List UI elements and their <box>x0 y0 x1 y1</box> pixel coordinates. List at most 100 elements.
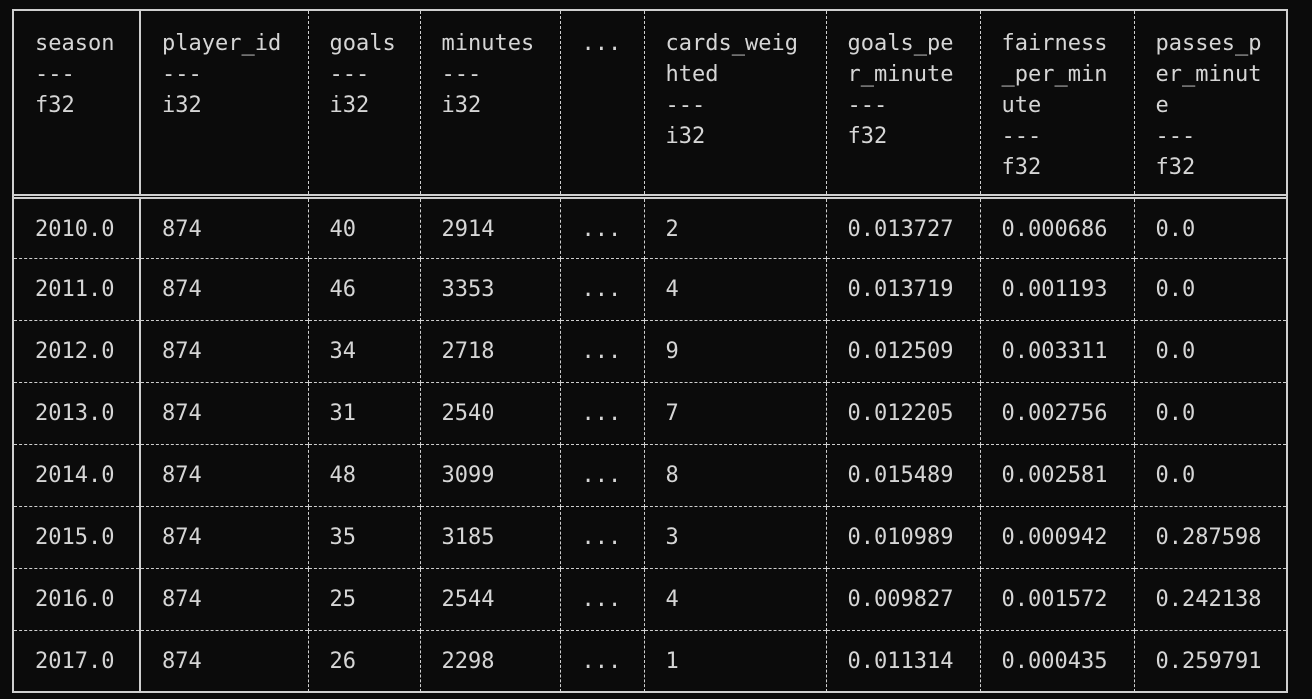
table-cell: 0.0 <box>1155 400 1196 426</box>
table-cell: ... <box>560 320 645 382</box>
column-header: season --- f32 <box>14 11 141 196</box>
table-cell: 8 <box>644 444 827 506</box>
table-cell: 2 <box>644 196 827 258</box>
column-dtype: f32 <box>1001 155 1042 180</box>
table-cell: 2012.0 <box>14 320 141 382</box>
table-cell: 2014.0 <box>14 444 141 506</box>
column-separator: --- <box>35 62 75 87</box>
table-cell: 3 <box>644 506 827 568</box>
table-cell: 2010.0 <box>14 196 141 258</box>
table-cell: 0.011314 <box>826 630 981 692</box>
column-separator: --- <box>1001 124 1042 149</box>
table-cell: 2540 <box>420 382 561 444</box>
column-header: ... <box>560 11 645 196</box>
table-cell: 2013.0 <box>14 382 141 444</box>
column-header: goals_pe r_minute --- f32 <box>826 11 981 196</box>
table-cell: ... <box>560 382 645 444</box>
table-cell: 874 <box>140 196 309 258</box>
table-cell: 0.000942 <box>980 506 1135 568</box>
table-row: 2010.0 874 40 2914... 2 0.013727 0.000686 0.0 <box>14 196 1286 258</box>
table-cell: 0.010989 <box>826 506 981 568</box>
table-cell: 0.0 <box>1155 276 1196 302</box>
table-cell: ... <box>560 630 645 692</box>
column-name: fairness _per_min ute <box>1001 31 1108 118</box>
column-header: cards_weig hted --- i32 <box>644 11 827 196</box>
table-cell: 2011.0 <box>14 258 141 320</box>
table-cell: 874 <box>140 506 309 568</box>
column-header: passes_p er_minut e --- f32 <box>1134 11 1286 196</box>
table-cell: ... <box>560 444 645 506</box>
table-cell: 0.009827 <box>826 568 981 630</box>
column-name: player_id <box>162 31 282 56</box>
table-row: 2011.0 874 46 3353... 4 0.013719 0.001193 0.0 <box>14 258 1286 320</box>
table-cell: 2718 <box>420 320 561 382</box>
column-dtype: f32 <box>35 93 75 118</box>
column-separator: --- <box>665 93 706 118</box>
table-cell: 874 <box>140 258 309 320</box>
table-cell: 25 <box>308 568 421 630</box>
table-cell: 0.012509 <box>826 320 981 382</box>
column-separator: --- <box>162 62 202 87</box>
column-dtype: i32 <box>441 93 482 118</box>
table-cell: 9 <box>644 320 827 382</box>
table-cell: 2544 <box>420 568 561 630</box>
table-cell: 0.242138 <box>1155 586 1262 612</box>
table-cell: 0.003311 <box>980 320 1135 382</box>
column-name: goals <box>329 31 396 56</box>
table-cell: ... <box>560 258 645 320</box>
column-name: goals_pe r_minute <box>847 31 954 87</box>
table-cell: 0.259791 <box>1155 648 1262 674</box>
column-name: passes_p er_minut e <box>1155 31 1262 118</box>
table-cell: 0.002581 <box>980 444 1135 506</box>
table-cell: 2017.0 <box>14 630 141 692</box>
table-cell: 874 <box>140 444 309 506</box>
column-dtype: f32 <box>847 124 888 149</box>
table-cell: 0.0 <box>1155 338 1196 364</box>
table-cell: 4 <box>644 258 827 320</box>
table-row: 2017.0 874 26 2298... 1 0.011314 0.000435 0.259… <box>14 630 1286 692</box>
table-cell: 31 <box>308 382 421 444</box>
table-row: 2015.0 874 35 3185... 3 0.010989 0.000942 0.287… <box>14 506 1286 568</box>
table-cell: 40 <box>308 196 421 258</box>
table-cell: 0.013727 <box>826 196 981 258</box>
table-cell: 0.013719 <box>826 258 981 320</box>
column-name: season <box>35 31 115 56</box>
table-cell: 48 <box>308 444 421 506</box>
table-cell: ... <box>560 568 645 630</box>
column-dtype: i32 <box>665 124 706 149</box>
table-cell: 35 <box>308 506 421 568</box>
header-row: season --- f32 player_id --- i32 goals ---… <box>14 11 1286 196</box>
dataframe-output: season --- f32 player_id --- i32 goals ---… <box>12 9 1288 693</box>
table-cell: 46 <box>308 258 421 320</box>
table-cell: 3185 <box>420 506 561 568</box>
table-cell: 0.015489 <box>826 444 981 506</box>
table-cell: 34 <box>308 320 421 382</box>
table-cell: 0.001572 <box>980 568 1135 630</box>
table-cell: 2015.0 <box>14 506 141 568</box>
table-row: 2016.0 874 25 2544... 4 0.009827 0.001572 0.242… <box>14 568 1286 630</box>
table-cell: 874 <box>140 382 309 444</box>
column-name: minutes <box>441 31 535 56</box>
table-cell: 0.001193 <box>980 258 1135 320</box>
table-row: 2013.0 874 31 2540... 7 0.012205 0.002756 0.0 <box>14 382 1286 444</box>
column-name: cards_weig hted <box>665 31 798 87</box>
table-cell: 2016.0 <box>14 568 141 630</box>
table-row: 2014.0 874 48 3099... 8 0.015489 0.002581 0.0 <box>14 444 1286 506</box>
column-dtype: i32 <box>162 93 202 118</box>
table-cell: 0.002756 <box>980 382 1135 444</box>
column-separator: --- <box>329 62 370 87</box>
table-row: 2012.0 874 34 2718... 9 0.012509 0.003311 0.0 <box>14 320 1286 382</box>
table-cell: 1 <box>644 630 827 692</box>
dataframe-table: season --- f32 player_id --- i32 goals ---… <box>14 11 1286 692</box>
table-cell: 3099 <box>420 444 561 506</box>
column-header: goals --- i32 <box>308 11 421 196</box>
table-cell: 7 <box>644 382 827 444</box>
table-cell: 0.000686 <box>980 196 1135 258</box>
column-dtype: i32 <box>329 93 370 118</box>
table-cell: 874 <box>140 568 309 630</box>
column-header: minutes --- i32 <box>420 11 561 196</box>
column-separator: --- <box>441 62 482 87</box>
table-cell: 0.012205 <box>826 382 981 444</box>
table-cell: 874 <box>140 320 309 382</box>
column-header: fairness _per_min ute --- f32 <box>980 11 1135 196</box>
